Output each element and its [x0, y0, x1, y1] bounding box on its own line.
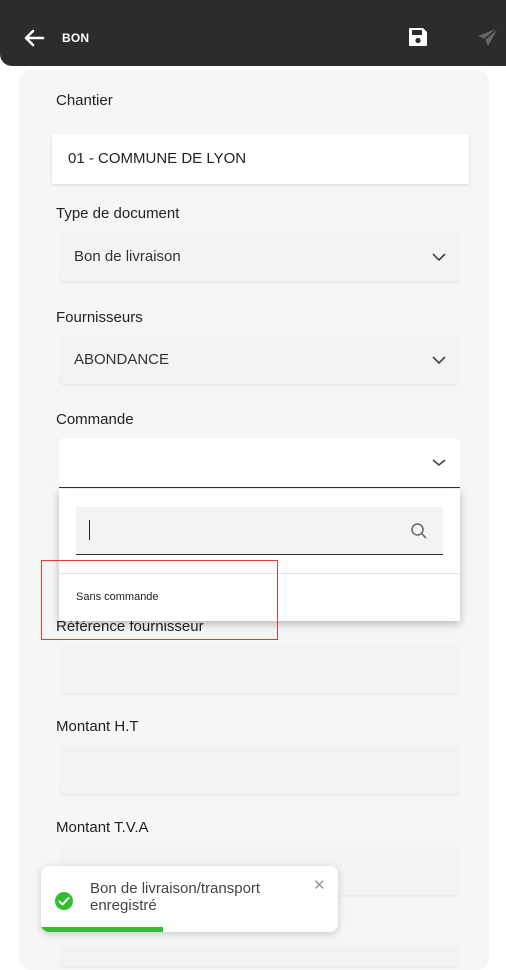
success-check-icon [55, 892, 73, 910]
chantier-label: Chantier [56, 92, 113, 109]
fournisseurs-label: Fournisseurs [56, 309, 143, 326]
chantier-field[interactable]: 01 - COMMUNE DE LYON [52, 134, 469, 184]
chevron-down-icon [432, 253, 446, 262]
type-document-label: Type de document [56, 205, 180, 222]
commande-select[interactable] [59, 438, 460, 488]
fournisseurs-select[interactable]: ABONDANCE [59, 336, 460, 384]
toast-progress-bar [41, 927, 163, 932]
chantier-value: 01 - COMMUNE DE LYON [68, 150, 247, 167]
montant-tva-label: Montant T.V.A [56, 819, 149, 836]
montant-ht-label: Montant H.T [56, 718, 139, 735]
reference-fournisseur-input[interactable] [59, 645, 460, 693]
dropdown-search-input[interactable] [76, 507, 443, 555]
chevron-up-icon [432, 459, 446, 467]
type-document-select[interactable]: Bon de livraison [59, 233, 460, 281]
next-input[interactable] [59, 946, 460, 966]
app-header: BON [0, 0, 506, 66]
dropdown-divider [59, 573, 460, 574]
search-icon [411, 523, 427, 539]
toast-message: Bon de livraison/transport enregistré [90, 880, 261, 914]
save-icon[interactable] [407, 26, 429, 48]
option-sans-commande[interactable]: Sans commande [76, 591, 159, 603]
text-cursor [89, 520, 90, 540]
commande-label: Commande [56, 411, 134, 428]
arrow-left-icon[interactable] [22, 26, 46, 50]
send-icon[interactable] [476, 26, 500, 50]
toast-notification: Bon de livraison/transport enregistré ✕ [41, 866, 338, 932]
montant-ht-input[interactable] [59, 746, 460, 794]
commande-dropdown: Sans commande [59, 489, 460, 621]
close-icon[interactable]: ✕ [313, 876, 326, 894]
type-document-value: Bon de livraison [74, 248, 181, 265]
page-title: BON [62, 31, 90, 45]
fournisseurs-value: ABONDANCE [74, 351, 170, 368]
chevron-down-icon [432, 356, 446, 365]
